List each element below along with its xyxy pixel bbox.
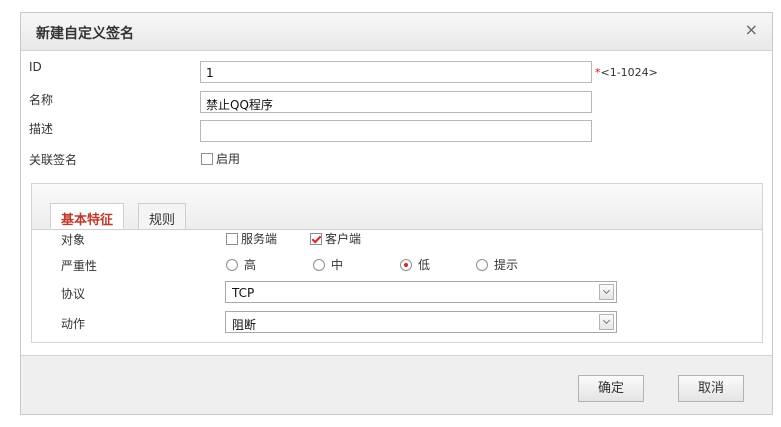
severity-high-option[interactable]: 高 (226, 256, 256, 273)
severity-hint-radio[interactable] (476, 259, 488, 271)
server-checkbox[interactable] (226, 233, 238, 245)
id-field[interactable]: 1 (200, 61, 592, 83)
chevron-down-icon[interactable] (599, 314, 614, 330)
related-enable-checkbox[interactable] (201, 153, 213, 165)
server-option-label: 服务端 (241, 232, 278, 246)
cancel-button[interactable]: 取消 (678, 375, 744, 402)
name-label: 名称 (29, 93, 54, 107)
related-signature-label: 关联签名 (29, 153, 78, 167)
related-enable-label: 启用 (216, 152, 241, 166)
description-field[interactable] (200, 120, 592, 142)
related-enable-option[interactable]: 启用 (201, 150, 240, 167)
severity-hint-label: 提示 (494, 258, 519, 272)
id-range-text: <1-1024> (600, 66, 658, 79)
server-option[interactable]: 服务端 (226, 230, 277, 247)
severity-low-label: 低 (418, 258, 431, 272)
ok-button[interactable]: 确定 (578, 375, 644, 402)
client-option-label: 客户端 (325, 232, 362, 246)
description-label: 描述 (29, 122, 54, 136)
action-value: 阻断 (232, 318, 257, 332)
protocol-select[interactable]: TCP (225, 281, 617, 303)
dialog-title: 新建自定义签名 (36, 26, 134, 42)
id-label: ID (29, 60, 42, 74)
name-field[interactable]: 禁止QQ程序 (200, 91, 592, 113)
client-option[interactable]: 客户端 (310, 230, 361, 247)
tab-basic-features[interactable]: 基本特征 (50, 203, 125, 229)
severity-medium-option[interactable]: 中 (313, 256, 343, 273)
severity-high-radio[interactable] (226, 259, 238, 271)
action-select[interactable]: 阻断 (225, 311, 617, 333)
close-icon[interactable]: × (745, 22, 758, 38)
severity-medium-radio[interactable] (313, 259, 325, 271)
action-label: 动作 (61, 317, 86, 331)
severity-high-label: 高 (244, 258, 257, 272)
tab-rules[interactable]: 规则 (138, 203, 187, 229)
protocol-value: TCP (232, 286, 255, 300)
severity-label: 严重性 (61, 259, 98, 273)
object-label: 对象 (61, 233, 86, 247)
dialog-titlebar: 新建自定义签名 × (21, 13, 772, 51)
tab-panel: 基本特征 规则 对象 服务端 客户端 严重性 高 中 低 提示 协议 TCP 动… (31, 183, 763, 343)
protocol-label: 协议 (61, 287, 86, 301)
id-range-hint: *<1-1024> (595, 66, 658, 79)
chevron-down-icon[interactable] (599, 284, 614, 300)
tab-strip: 基本特征 规则 (32, 184, 762, 230)
severity-low-radio[interactable] (400, 259, 412, 271)
client-checkbox[interactable] (310, 233, 322, 245)
severity-low-option[interactable]: 低 (400, 256, 430, 273)
new-custom-signature-dialog: 新建自定义签名 × ID 1 *<1-1024> 名称 禁止QQ程序 描述 关联… (20, 12, 773, 415)
dialog-footer: 确定 取消 (21, 355, 772, 414)
severity-medium-label: 中 (331, 258, 344, 272)
severity-hint-option[interactable]: 提示 (476, 256, 518, 273)
